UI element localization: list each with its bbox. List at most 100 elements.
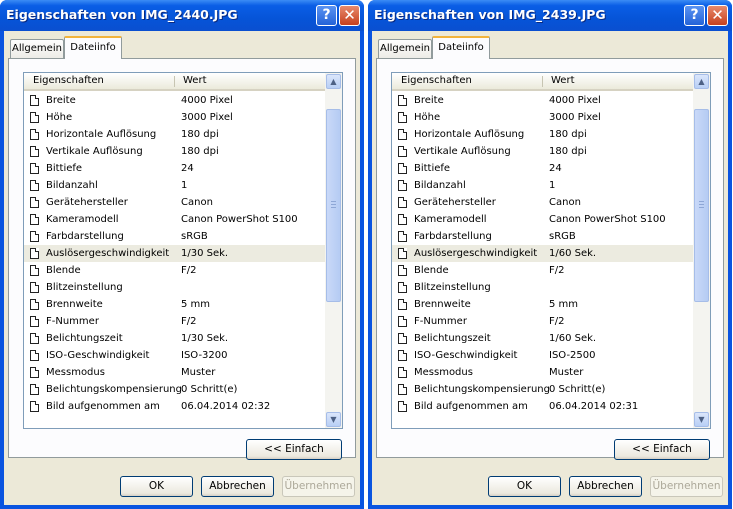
table-row[interactable]: ISO-Geschwindigkeit ISO-3200 [24,347,326,364]
property-name: Vertikale Auflösung [414,146,511,157]
table-row[interactable]: Blende F/2 [24,262,326,279]
cancel-button[interactable]: Abbrechen [569,476,642,497]
table-row[interactable]: Bittiefe 24 [24,160,326,177]
table-row[interactable]: Auslösergeschwindigkeit 1/30 Sek. [24,245,326,262]
property-value: 1/30 Sek. [181,248,229,259]
scroll-up-icon[interactable]: ▲ [694,74,709,89]
tab-dateiinfo[interactable]: Dateiinfo [64,36,122,59]
column-header-properties[interactable]: Eigenschaften [33,73,104,89]
property-name: Blende [414,265,449,276]
document-icon [398,248,407,259]
table-row[interactable]: Farbdarstellung sRGB [392,228,694,245]
table-row[interactable]: Belichtungszeit 1/60 Sek. [392,330,694,347]
dialog-body: Allgemein Dateiinfo Eigenschaften Wert B… [4,31,360,505]
table-row[interactable]: Gerätehersteller Canon [24,194,326,211]
property-value: F/2 [181,316,197,327]
scroll-down-icon[interactable]: ▼ [694,412,709,427]
apply-button[interactable]: Übernehmen [282,476,355,497]
ok-button[interactable]: OK [120,476,193,497]
table-row[interactable]: Bild aufgenommen am 06.04.2014 02:32 [24,398,326,415]
simple-view-button[interactable]: << Einfach [246,439,342,460]
title-bar[interactable]: Eigenschaften von IMG_2440.JPG ? ✕ [0,0,364,31]
property-name: Blende [46,265,81,276]
scroll-thumb[interactable] [694,109,709,302]
scroll-down-icon[interactable]: ▼ [326,412,341,427]
column-header-properties[interactable]: Eigenschaften [401,73,472,89]
table-row[interactable]: Vertikale Auflösung 180 dpi [24,143,326,160]
property-name: Messmodus [46,367,105,378]
table-row[interactable]: Blende F/2 [392,262,694,279]
document-icon [30,265,39,276]
table-row[interactable]: F-Nummer F/2 [24,313,326,330]
table-row[interactable]: Höhe 3000 Pixel [24,109,326,126]
table-row[interactable]: Höhe 3000 Pixel [392,109,694,126]
column-divider[interactable] [542,76,543,87]
property-list[interactable]: Eigenschaften Wert Breite 4000 Pixel Höhe 3… [23,72,343,429]
table-row[interactable]: Blitzeinstellung [392,279,694,296]
property-name: Auslösergeschwindigkeit [46,248,170,259]
table-row[interactable]: Kameramodell Canon PowerShot S100 [24,211,326,228]
property-value: 0 Schritt(e) [181,384,238,395]
table-row[interactable]: Bildanzahl 1 [24,177,326,194]
table-row[interactable]: Belichtungszeit 1/30 Sek. [24,330,326,347]
title-bar[interactable]: Eigenschaften von IMG_2439.JPG ? ✕ [368,0,732,31]
document-icon [30,95,39,106]
help-icon[interactable]: ? [316,5,337,26]
simple-view-button[interactable]: << Einfach [614,439,710,460]
property-value: 3000 Pixel [181,112,233,123]
property-value: 0 Schritt(e) [549,384,606,395]
table-row[interactable]: Belichtungskompensierung 0 Schritt(e) [24,381,326,398]
property-value: 1/60 Sek. [549,248,597,259]
vertical-scrollbar[interactable]: ▲ ▼ [693,73,710,428]
column-divider[interactable] [174,76,175,87]
property-name: ISO-Geschwindigkeit [46,350,150,361]
tab-allgemein[interactable]: Allgemein [378,39,432,59]
table-row[interactable]: Belichtungskompensierung 0 Schritt(e) [392,381,694,398]
table-row[interactable]: ISO-Geschwindigkeit ISO-2500 [392,347,694,364]
table-row[interactable]: Vertikale Auflösung 180 dpi [392,143,694,160]
table-row[interactable]: Gerätehersteller Canon [392,194,694,211]
table-row[interactable]: Breite 4000 Pixel [24,92,326,109]
property-name: Gerätehersteller [46,197,128,208]
scroll-thumb[interactable] [326,109,341,302]
column-header-value[interactable]: Wert [183,73,207,89]
table-row[interactable]: Brennweite 5 mm [24,296,326,313]
properties-dialog-2: Eigenschaften von IMG_2439.JPG ? ✕ Allge… [368,0,732,509]
document-icon [398,350,407,361]
table-row[interactable]: Horizontale Auflösung 180 dpi [392,126,694,143]
table-row[interactable]: Bittiefe 24 [392,160,694,177]
property-value: 4000 Pixel [181,95,233,106]
document-icon [30,214,39,225]
table-row[interactable]: Bild aufgenommen am 06.04.2014 02:31 [392,398,694,415]
property-name: Gerätehersteller [414,197,496,208]
table-row[interactable]: Brennweite 5 mm [392,296,694,313]
table-row[interactable]: F-Nummer F/2 [392,313,694,330]
document-icon [398,112,407,123]
property-name: Höhe [414,112,441,123]
property-value: 1/30 Sek. [181,333,229,344]
scroll-up-icon[interactable]: ▲ [326,74,341,89]
table-row[interactable]: Messmodus Muster [392,364,694,381]
property-list[interactable]: Eigenschaften Wert Breite 4000 Pixel Höhe 3… [391,72,711,429]
cancel-button[interactable]: Abbrechen [201,476,274,497]
document-icon [30,248,39,259]
tab-dateiinfo[interactable]: Dateiinfo [432,36,490,59]
table-row[interactable]: Kameramodell Canon PowerShot S100 [392,211,694,228]
document-icon [30,299,39,310]
table-row[interactable]: Horizontale Auflösung 180 dpi [24,126,326,143]
table-row[interactable]: Auslösergeschwindigkeit 1/60 Sek. [392,245,694,262]
table-row[interactable]: Bildanzahl 1 [392,177,694,194]
table-row[interactable]: Messmodus Muster [24,364,326,381]
table-row[interactable]: Breite 4000 Pixel [392,92,694,109]
table-row[interactable]: Farbdarstellung sRGB [24,228,326,245]
apply-button[interactable]: Übernehmen [650,476,723,497]
table-row[interactable]: Blitzeinstellung [24,279,326,296]
ok-button[interactable]: OK [488,476,561,497]
close-icon[interactable]: ✕ [707,5,728,26]
vertical-scrollbar[interactable]: ▲ ▼ [325,73,342,428]
column-header-value[interactable]: Wert [551,73,575,89]
property-value: 1 [181,180,188,191]
tab-allgemein[interactable]: Allgemein [10,39,64,59]
close-icon[interactable]: ✕ [339,5,360,26]
help-icon[interactable]: ? [684,5,705,26]
